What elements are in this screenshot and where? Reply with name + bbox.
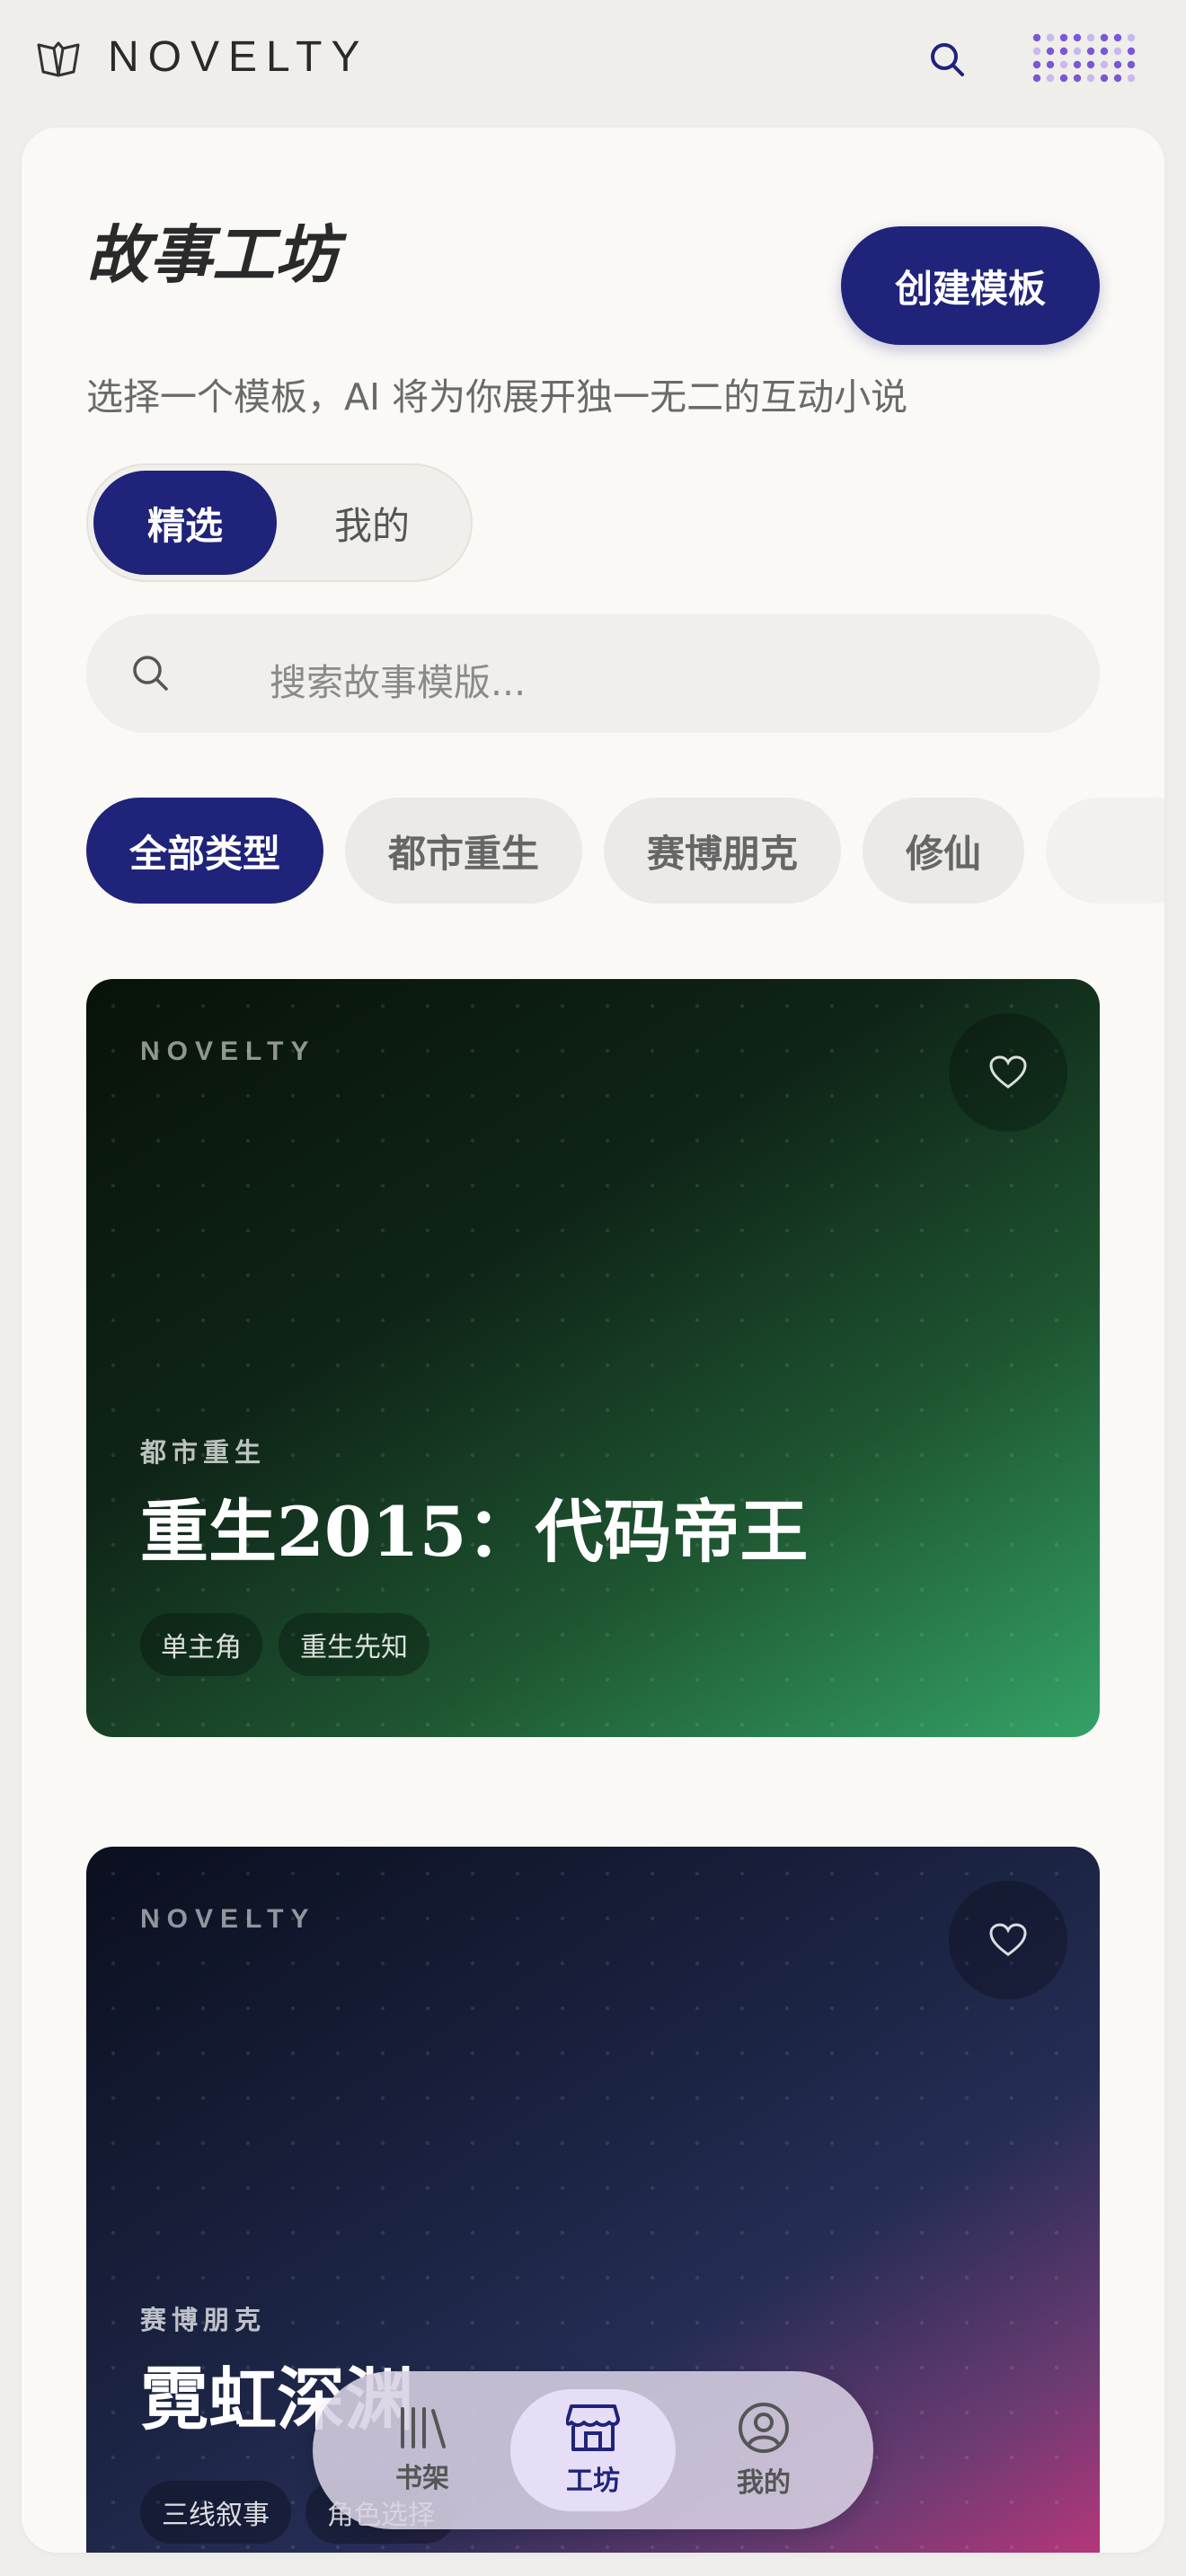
chip-more[interactable]	[1046, 798, 1164, 904]
page-subtitle: 选择一个模板，AI 将为你展开独一无二的互动小说	[86, 375, 908, 419]
chip-xianxia[interactable]: 修仙	[863, 798, 1024, 904]
search-icon[interactable]	[925, 38, 970, 83]
store-icon	[566, 2404, 620, 2451]
card-brand: NOVELTY	[140, 1037, 316, 1066]
bottom-nav: 书架 工坊 我的	[313, 2371, 873, 2529]
create-template-button[interactable]: 创建模板	[841, 226, 1100, 345]
nav-item-bookshelf[interactable]: 书架	[340, 2389, 505, 2511]
nav-item-mine[interactable]: 我的	[681, 2389, 846, 2511]
search-icon	[133, 656, 168, 691]
genre-filter-chips: 全部类型 都市重生 赛博朋克 修仙	[86, 798, 1164, 905]
search-input[interactable]: 搜索故事模版...	[86, 614, 1100, 733]
card-genre: 都市重生	[140, 1437, 267, 1468]
story-template-card[interactable]: NOVELTY 都市重生 重生2015：代码帝王 单主角 重生先知	[86, 979, 1100, 1737]
chip-all-genres[interactable]: 全部类型	[86, 798, 323, 904]
bookshelf-icon	[401, 2407, 446, 2448]
nav-label: 书架	[395, 2463, 449, 2494]
user-icon	[739, 2403, 789, 2453]
segment-tabs: 精选 我的	[86, 463, 473, 582]
heart-icon	[989, 1923, 1027, 1956]
tab-mine[interactable]: 我的	[280, 471, 464, 575]
card-brand: NOVELTY	[140, 1904, 316, 1934]
card-tag: 重生先知	[279, 1613, 429, 1676]
card-tag: 三线叙事	[140, 2481, 291, 2544]
chip-urban-rebirth[interactable]: 都市重生	[345, 798, 582, 904]
nav-item-workshop[interactable]: 工坊	[510, 2389, 676, 2511]
favorite-button[interactable]	[949, 1013, 1067, 1132]
heart-icon	[989, 1055, 1027, 1089]
tab-featured[interactable]: 精选	[93, 471, 277, 575]
card-tag: 单主角	[140, 1613, 262, 1676]
dot-grid-menu-icon[interactable]	[1031, 32, 1141, 86]
top-bar: NOVELTY	[0, 0, 1186, 126]
nav-label: 工坊	[566, 2466, 620, 2497]
page-title: 故事工坊	[86, 218, 338, 292]
card-genre: 赛博朋克	[140, 2305, 267, 2335]
main-panel: 故事工坊 创建模板 选择一个模板，AI 将为你展开独一无二的互动小说 精选 我的…	[22, 128, 1164, 2553]
favorite-button[interactable]	[949, 1881, 1067, 1999]
open-book-logo-icon	[37, 41, 80, 77]
search-placeholder: 搜索故事模版...	[270, 661, 527, 704]
brand-name: NOVELTY	[108, 33, 369, 81]
chip-cyberpunk[interactable]: 赛博朋克	[604, 798, 841, 904]
nav-label: 我的	[737, 2467, 791, 2499]
card-title: 重生2015：代码帝王	[140, 1492, 809, 1572]
